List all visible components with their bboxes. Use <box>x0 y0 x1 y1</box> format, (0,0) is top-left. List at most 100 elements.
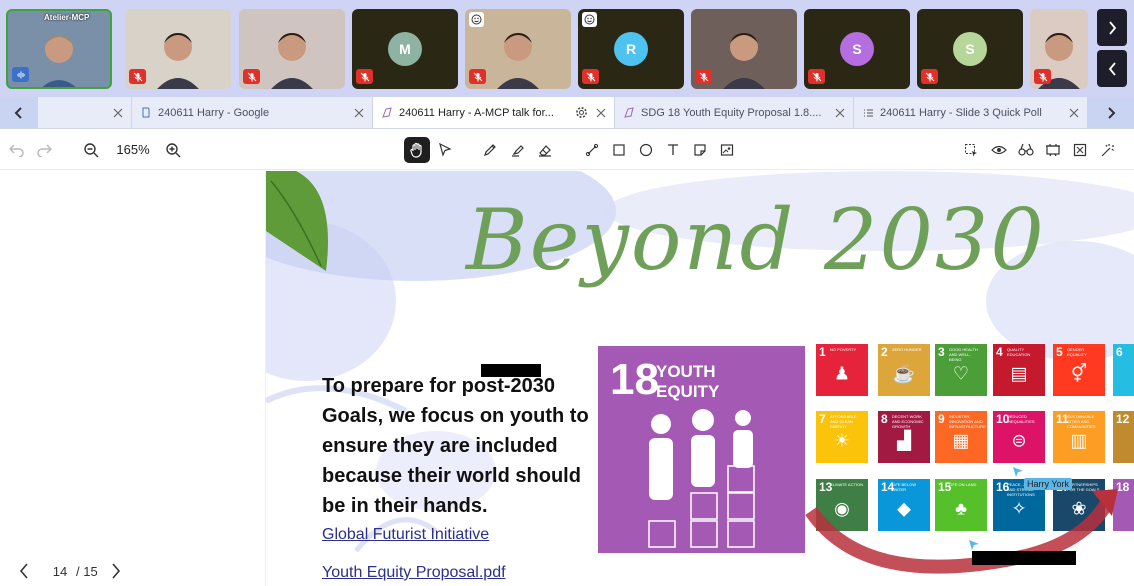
fit-screen-button[interactable] <box>1067 137 1093 163</box>
video-feed-person <box>157 33 199 89</box>
pen-icon <box>484 144 496 156</box>
tab-1[interactable] <box>38 97 132 128</box>
sdg-tile: 8 DECENT WORK AND ECONOMIC GROWTH ▟ <box>878 411 930 463</box>
visibility-button[interactable] <box>986 137 1012 163</box>
mic-muted-icon <box>1034 69 1051 84</box>
participant-tile[interactable]: S <box>804 9 910 89</box>
participant-name: Atelier-MCP <box>44 13 90 22</box>
follow-button[interactable] <box>1013 137 1039 163</box>
tab-5[interactable]: 240611 Harry - Slide 3 Quick Poll <box>854 97 1088 128</box>
sdg-number: 5 <box>1056 345 1063 359</box>
current-page-input[interactable]: 14 <box>48 564 72 579</box>
sdg-18-youth-equity-tile: 18 YOUTH EQUITY <box>598 346 805 553</box>
close-icon[interactable] <box>352 106 366 120</box>
total-pages: / 15 <box>76 563 98 579</box>
sdg-number: 8 <box>881 412 888 426</box>
line-tool-button[interactable] <box>579 137 605 163</box>
eraser-tool-button[interactable] <box>532 137 558 163</box>
close-icon[interactable] <box>594 106 608 120</box>
sdg-number: 18 <box>1116 480 1130 494</box>
sdg-number: 3 <box>938 345 945 359</box>
chevron-icon <box>1108 20 1116 35</box>
participant-tile[interactable] <box>125 9 231 89</box>
ellipse-tool-button[interactable] <box>633 137 659 163</box>
doc-icon <box>140 107 152 119</box>
sdg-4-icon: ▤ <box>1010 363 1028 384</box>
zoom-out-button[interactable] <box>78 137 104 163</box>
sdg-15-icon: ♣ <box>955 498 967 519</box>
sdg-tile: 3 GOOD HEALTH AND WELL-BEING ♡ <box>935 344 987 396</box>
participant-tile[interactable] <box>239 9 345 89</box>
participant-avatar: R <box>614 32 648 66</box>
sdg-title: GENDER EQUALITY <box>1067 347 1087 357</box>
undo-button[interactable] <box>4 137 30 163</box>
redo-button[interactable] <box>31 137 57 163</box>
present-button[interactable] <box>1040 137 1066 163</box>
participants-next-button[interactable] <box>1097 9 1127 46</box>
tab-bar: 240611 Harry - Google 240611 Harry - A-MC… <box>0 97 1134 129</box>
slides-icon <box>381 107 393 119</box>
mic-muted-icon <box>129 69 146 84</box>
participant-tile[interactable] <box>1030 9 1088 89</box>
participant-tile[interactable] <box>465 9 571 89</box>
gear-icon[interactable] <box>574 106 588 120</box>
close-icon[interactable] <box>1067 106 1081 120</box>
sticky-note-tool-button[interactable] <box>687 137 713 163</box>
blank-icon <box>46 107 58 119</box>
circle-icon <box>639 143 653 157</box>
sdg-number: 9 <box>938 412 945 426</box>
close-icon[interactable] <box>833 106 847 120</box>
hand-tool-button[interactable] <box>404 137 430 163</box>
select-tool-button[interactable] <box>432 137 458 163</box>
text-icon <box>668 144 678 155</box>
tabs-scroll-right-button[interactable] <box>1088 97 1134 128</box>
highlighter-tool-button[interactable] <box>505 137 531 163</box>
image-tool-button[interactable] <box>714 137 740 163</box>
sdg-tile: 14 LIFE BELOW WATER ◆ <box>878 479 930 531</box>
smiley-reaction-icon <box>582 12 597 27</box>
tab-label: 240611 Harry - A-MCP talk for... <box>399 106 554 119</box>
sdg-number: 6 <box>1116 345 1123 359</box>
global-futurist-link[interactable]: Global Futurist Initiative <box>322 526 489 544</box>
youth-equity-proposal-link[interactable]: Youth Equity Proposal.pdf <box>322 564 506 582</box>
lasso-select-button[interactable] <box>958 137 984 163</box>
sdg-tile: 4 QUALITY EDUCATION ▤ <box>993 344 1045 396</box>
text-tool-button[interactable] <box>660 137 686 163</box>
poll-icon <box>862 107 874 119</box>
participant-tile[interactable]: S <box>917 9 1023 89</box>
previous-page-button[interactable] <box>14 563 34 579</box>
tabs-scroll-left-button[interactable] <box>0 97 38 128</box>
line-icon <box>585 143 599 157</box>
eraser-icon <box>539 145 551 157</box>
sdg-title: QUALITY EDUCATION <box>1007 347 1031 357</box>
sdg-17-icon: ❀ <box>1071 498 1087 519</box>
tab-4[interactable]: SDG 18 Youth Equity Proposal 1.8.... <box>615 97 854 128</box>
arrow-pointer-icon <box>439 143 452 157</box>
participant-tile[interactable]: R <box>578 9 684 89</box>
zoom-in-button[interactable] <box>160 137 186 163</box>
participant-tile[interactable]: Atelier-MCP <box>6 9 112 89</box>
sdg-tile: 13 CLIMATE ACTION ◉ <box>816 479 868 531</box>
sdg-number: 4 <box>996 345 1003 359</box>
sdg-11-icon: ▥ <box>1070 430 1088 451</box>
pen-tool-button[interactable] <box>477 137 503 163</box>
participant-avatar: S <box>840 32 874 66</box>
highlighter-icon <box>512 145 524 157</box>
next-page-button[interactable] <box>106 563 126 579</box>
participants-prev-button[interactable] <box>1097 50 1127 87</box>
magic-tools-button[interactable] <box>1095 137 1121 163</box>
sdg-title: NO POVERTY <box>830 347 857 352</box>
page-navigator: 14 / 15 <box>14 559 126 583</box>
participant-tile[interactable]: M <box>352 9 458 89</box>
rectangle-tool-button[interactable] <box>606 137 632 163</box>
zoom-in-icon <box>166 143 181 158</box>
tab-3[interactable]: 240611 Harry - A-MCP talk for... <box>373 97 615 128</box>
close-icon[interactable] <box>111 106 125 120</box>
sdg-7-icon: ☀ <box>833 430 851 451</box>
video-feed-person <box>42 35 76 87</box>
sdg-16-icon: ✧ <box>1011 498 1027 519</box>
tab-2[interactable]: 240611 Harry - Google <box>132 97 373 128</box>
magic-wand-icon <box>1101 144 1114 157</box>
slide-canvas[interactable]: Beyond 2030 To prepare for post-2030 Goa… <box>266 171 1134 586</box>
participant-tile[interactable] <box>691 9 797 89</box>
